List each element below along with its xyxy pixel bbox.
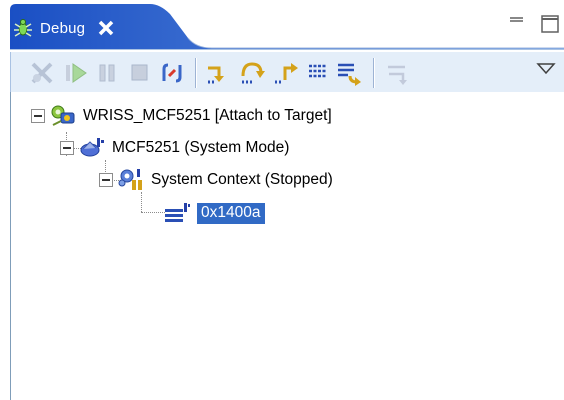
tab-debug[interactable]: Debug xyxy=(12,10,115,46)
tree-item-target[interactable]: MCF5251 (System Mode) xyxy=(60,134,289,162)
step-return-icon[interactable] xyxy=(273,60,299,86)
tree-item-label: MCF5251 (System Mode) xyxy=(112,139,290,156)
collapse-toggle-icon[interactable] xyxy=(99,173,113,187)
debug-tree: WRISS_MCF5251 [Attach to Target] MCF5251… xyxy=(10,92,564,400)
thread-context-icon xyxy=(118,169,142,190)
tree-connector xyxy=(141,212,165,213)
terminate-icon[interactable] xyxy=(127,60,153,86)
view-menu-icon[interactable] xyxy=(533,58,559,84)
toolbar-separator xyxy=(373,58,375,88)
tree-item-label-selected: 0x1400a xyxy=(197,202,266,224)
toolbar-separator xyxy=(195,58,197,88)
suspend-icon[interactable] xyxy=(95,60,121,86)
step-over-icon[interactable] xyxy=(239,60,265,86)
debug-target-icon xyxy=(80,138,104,157)
use-step-filters-icon[interactable] xyxy=(385,60,411,86)
collapse-toggle-icon[interactable] xyxy=(31,109,45,123)
tree-item-frame[interactable]: 0x1400a xyxy=(163,199,266,227)
tree-connector xyxy=(141,192,142,212)
close-icon[interactable] xyxy=(97,19,115,37)
tab-label: Debug xyxy=(40,19,86,37)
launch-config-icon xyxy=(51,105,75,126)
remove-terminated-icon[interactable] xyxy=(29,60,55,86)
tree-item-label: WRISS_MCF5251 [Attach to Target] xyxy=(83,107,332,124)
stack-frame-icon xyxy=(165,203,190,222)
collapse-toggle-icon[interactable] xyxy=(60,141,74,155)
debug-view: Debug WRISS_MCF5251 [Attach to Target] M… xyxy=(0,0,564,400)
view-header: Debug xyxy=(0,0,564,50)
maximize-icon[interactable] xyxy=(538,12,560,34)
tree-item-context[interactable]: System Context (Stopped) xyxy=(99,166,333,194)
resume-icon[interactable] xyxy=(63,60,89,86)
drop-to-frame-icon[interactable] xyxy=(335,60,361,86)
debug-bug-icon xyxy=(14,19,32,37)
tree-item-launch[interactable]: WRISS_MCF5251 [Attach to Target] xyxy=(31,102,332,130)
disconnect-icon[interactable] xyxy=(159,60,185,86)
instruction-stepping-icon[interactable] xyxy=(305,60,331,86)
tree-item-label: System Context (Stopped) xyxy=(151,171,333,188)
debug-toolbar xyxy=(10,52,564,92)
step-into-icon[interactable] xyxy=(205,60,231,86)
minimize-icon[interactable] xyxy=(506,12,528,34)
